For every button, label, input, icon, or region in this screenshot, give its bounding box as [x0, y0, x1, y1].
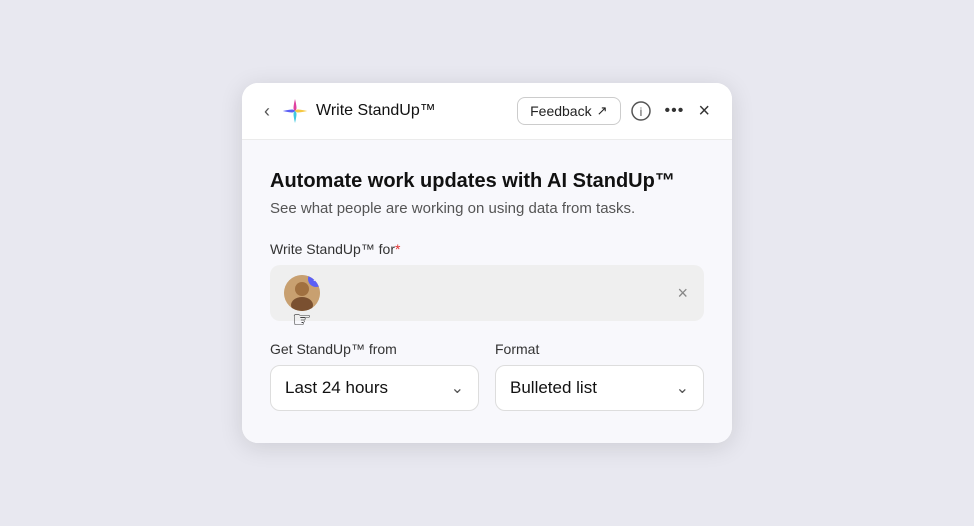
format-dropdown[interactable]: Bulleted list ⌄ — [495, 365, 704, 411]
header-title: Write StandUp™ — [316, 102, 436, 120]
panel-header: ‹ Write StandUp™ Feedback ↗ — [242, 83, 732, 140]
close-icon: × — [698, 100, 710, 122]
panel-body: Automate work updates with AI StandUp™ S… — [242, 140, 732, 443]
standup-logo-icon — [282, 98, 308, 124]
avatar: × — [284, 275, 320, 311]
svg-text:i: i — [639, 105, 642, 119]
close-button[interactable]: × — [694, 97, 714, 125]
clear-button[interactable]: × — [675, 281, 690, 306]
for-label: Write StandUp™ for* — [270, 241, 704, 257]
header-actions: Feedback ↗ i ••• × — [517, 97, 714, 125]
info-icon: i — [631, 101, 651, 121]
from-label: Get StandUp™ from — [270, 341, 479, 357]
info-button[interactable]: i — [627, 97, 655, 125]
feedback-label: Feedback — [530, 103, 591, 119]
format-field-group: Format Bulleted list ⌄ — [495, 341, 704, 411]
from-field-group: Get StandUp™ from Last 24 hours ⌄ — [270, 341, 479, 411]
header-left: ‹ Write StandUp™ — [260, 98, 509, 124]
main-title: Automate work updates with AI StandUp™ — [270, 168, 704, 194]
subtitle: See what people are working on using dat… — [270, 200, 704, 217]
more-icon: ••• — [665, 102, 685, 120]
format-chevron-down-icon: ⌄ — [676, 378, 689, 398]
from-dropdown[interactable]: Last 24 hours ⌄ — [270, 365, 479, 411]
format-value: Bulleted list — [510, 378, 597, 398]
required-marker: * — [395, 241, 400, 257]
back-button[interactable]: ‹ — [260, 100, 274, 122]
user-chip: × ☞ — [284, 275, 320, 311]
feedback-button[interactable]: Feedback ↗ — [517, 97, 620, 125]
row-fields: Get StandUp™ from Last 24 hours ⌄ Format… — [270, 341, 704, 411]
user-select-box[interactable]: × ☞ × — [270, 265, 704, 321]
main-panel: ‹ Write StandUp™ Feedback ↗ — [242, 83, 732, 443]
more-button[interactable]: ••• — [661, 98, 689, 124]
from-value: Last 24 hours — [285, 378, 388, 398]
external-link-icon: ↗ — [597, 103, 608, 119]
format-label: Format — [495, 341, 704, 357]
from-chevron-down-icon: ⌄ — [451, 378, 464, 398]
